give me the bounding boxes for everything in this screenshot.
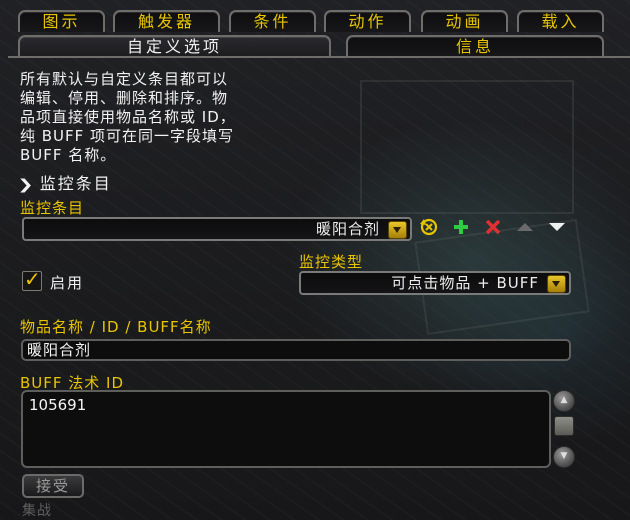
toggle-label: 监控条目 — [39, 174, 112, 193]
dropdown-value: 暖阳合剂 — [315, 220, 380, 238]
monitor-entry-dropdown[interactable]: 暖阳合剂 — [22, 217, 412, 241]
move-down-icon[interactable] — [546, 216, 568, 238]
chevron-down-icon: ❯ — [17, 177, 37, 193]
background-decoration — [360, 80, 574, 214]
delete-icon[interactable] — [482, 216, 504, 238]
faded-bottom-text: 集战 — [22, 503, 52, 519]
dropdown-arrow-icon[interactable] — [547, 275, 566, 293]
tab-conditions[interactable]: 条件 — [229, 10, 316, 32]
scroll-up-icon[interactable]: ▲ — [553, 390, 575, 412]
item-name-input[interactable]: 暖阳合剂 — [21, 339, 571, 361]
tab-display[interactable]: 图示 — [18, 10, 105, 32]
enabled-label: 启用 — [50, 274, 85, 292]
buff-spell-id-textarea[interactable]: 105691 — [21, 390, 551, 468]
dropdown-arrow-icon[interactable] — [388, 221, 407, 239]
description-line: 所有默认与自定义条目都可以 — [20, 70, 229, 88]
tab-actions[interactable]: 动作 — [324, 10, 411, 32]
tab-triggers[interactable]: 触发器 — [113, 10, 220, 32]
tab-custom-options[interactable]: 自定义选项 — [18, 35, 331, 58]
dropdown-value: 可点击物品 + BUFF — [391, 274, 539, 292]
add-icon[interactable] — [450, 216, 472, 238]
monitor-entry-label: 监控条目 — [20, 199, 85, 217]
tab-animations[interactable]: 动画 — [421, 10, 508, 32]
description-line: 纯 BUFF 项可在同一字段填写 — [20, 127, 235, 145]
tab-info[interactable]: 信息 — [346, 35, 604, 58]
monitor-entries-toggle[interactable]: ❯ 监控条目 — [17, 170, 112, 194]
enabled-checkbox[interactable] — [22, 267, 42, 291]
monitor-type-dropdown[interactable]: 可点击物品 + BUFF — [299, 271, 571, 295]
scroll-down-icon[interactable]: ▼ — [553, 446, 575, 468]
description-line: BUFF 名称。 — [20, 146, 117, 164]
reset-icon[interactable] — [418, 216, 440, 238]
accept-button[interactable]: 接受 — [22, 474, 84, 498]
move-up-icon[interactable] — [514, 216, 536, 238]
description-line: 品项直接使用物品名称或 ID， — [20, 108, 236, 126]
description-text: 所有默认与自定义条目都可以 编辑、停用、删除和排序。物 品项直接使用物品名称或 … — [20, 70, 320, 165]
panel-divider — [8, 56, 630, 58]
monitor-type-label: 监控类型 — [299, 253, 364, 271]
item-name-label: 物品名称 / ID / BUFF名称 — [20, 318, 212, 336]
description-line: 编辑、停用、删除和排序。物 — [20, 89, 229, 107]
scrollbar-thumb[interactable] — [554, 416, 574, 436]
tab-load[interactable]: 载入 — [517, 10, 604, 32]
